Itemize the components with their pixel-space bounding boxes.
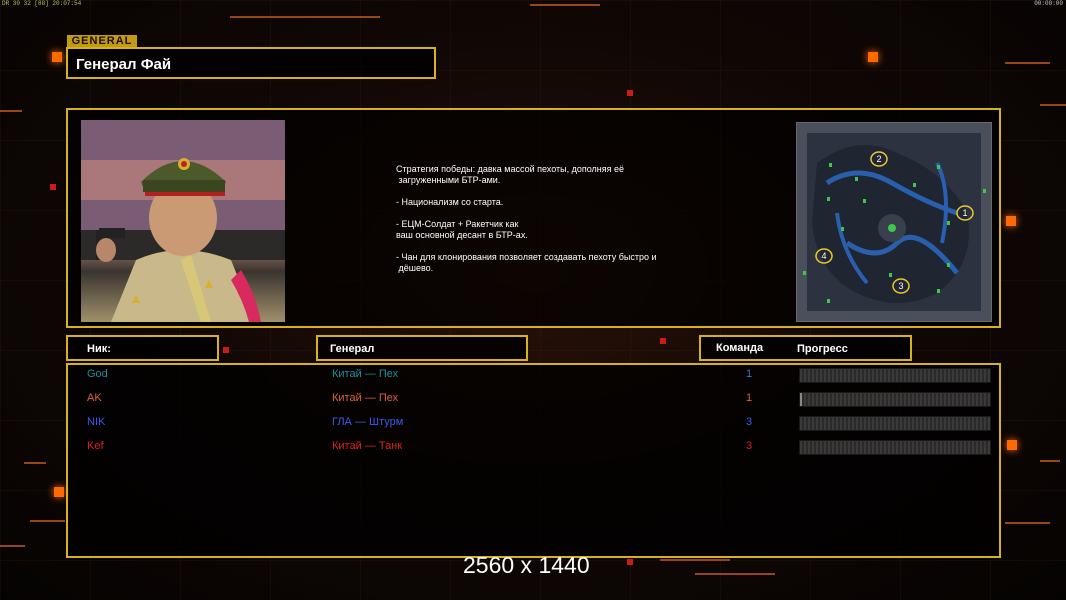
player-general: Китай — Пех — [332, 392, 399, 404]
description-line: - ЕЦМ-Солдат + Ракетчик как — [396, 219, 519, 229]
deco-line — [1005, 522, 1050, 524]
player-row: AK Китай — Пех 1 — [68, 389, 999, 409]
progress-fill — [800, 393, 802, 406]
player-general: Китай — Танк — [332, 440, 403, 452]
loading-progress-bar — [799, 416, 991, 431]
deco-line — [1005, 62, 1050, 64]
general-portrait — [81, 120, 285, 322]
description-line: Стратегия победы: давка массой пехоты, д… — [396, 164, 625, 174]
player-row: NIK ГЛА — Штурм 3 — [68, 413, 999, 433]
description-line — [396, 241, 726, 252]
deco-dot — [660, 338, 666, 344]
general-name: Генерал Фай — [76, 56, 172, 73]
loading-progress-bar — [799, 440, 991, 455]
description-line — [396, 208, 726, 219]
start-position-3: 3 — [898, 281, 903, 291]
column-header-nick: Ник: — [66, 335, 219, 361]
deco-dot — [50, 184, 56, 190]
deco-square — [52, 52, 62, 62]
player-general: Китай — Пех — [332, 368, 399, 380]
description-line: - Чан для клонирования позволяет создава… — [396, 252, 657, 262]
deco-square — [1007, 440, 1017, 450]
description-line — [396, 186, 726, 197]
header-progress-label: Прогресс — [797, 343, 848, 355]
header-nick-label: Ник: — [87, 343, 111, 355]
deco-dot — [223, 347, 229, 353]
map-preview: 1 2 3 4 — [796, 122, 992, 322]
player-row: Kef Китай — Танк 3 — [68, 437, 999, 457]
deco-dot — [627, 90, 633, 96]
start-position-2: 2 — [876, 154, 881, 164]
player-team: 3 — [746, 416, 753, 428]
deco-line — [230, 16, 380, 18]
player-list: God Китай — Пех 1 AK Китай — Пех 1 NIK ГЛА — Шт… — [66, 363, 1001, 558]
player-nick: NIK — [87, 416, 106, 428]
deco-line — [530, 4, 600, 6]
resolution-label: 2560 x 1440 — [463, 552, 590, 578]
header-general-label: Генерал — [330, 343, 375, 355]
player-team: 1 — [746, 368, 753, 380]
start-position-1: 1 — [962, 208, 967, 218]
description-line: дёшево. — [396, 263, 434, 273]
deco-line — [30, 520, 65, 522]
loading-progress-bar — [799, 392, 991, 407]
player-nick: God — [87, 368, 108, 380]
player-nick: AK — [87, 392, 102, 404]
start-position-4: 4 — [821, 251, 826, 261]
deco-dot — [627, 559, 633, 565]
player-general: ГЛА — Штурм — [332, 416, 404, 428]
deco-line — [695, 573, 775, 575]
loading-progress-bar — [799, 368, 991, 383]
deco-square — [54, 487, 64, 497]
status-readout: DR 30 32 [88] 20:07:54 — [2, 0, 82, 7]
strategy-description: Стратегия победы: давка массой пехоты, д… — [396, 164, 726, 274]
general-title-box: Генерал Фай — [66, 47, 436, 79]
deco-line — [1040, 460, 1060, 462]
general-info-panel: Стратегия победы: давка массой пехоты, д… — [66, 108, 1001, 328]
clock-readout: 00:00:00 — [1034, 0, 1063, 7]
player-row: God Китай — Пех 1 — [68, 365, 999, 385]
description-line: ваш основной десант в БТР-ах. — [396, 230, 528, 240]
deco-line — [0, 545, 25, 547]
player-team: 3 — [746, 440, 753, 452]
player-nick: Kef — [87, 440, 104, 452]
column-header-team-progress: Команда Прогресс — [699, 335, 912, 361]
description-line: загруженными БТР-ами. — [396, 175, 501, 185]
deco-line — [660, 559, 730, 561]
description-line: - Национализм со старта. — [396, 197, 504, 207]
column-header-general: Генерал — [316, 335, 528, 361]
deco-line — [24, 462, 46, 464]
player-team: 1 — [746, 392, 753, 404]
deco-line — [1040, 104, 1066, 106]
deco-square — [868, 52, 878, 62]
deco-line — [0, 110, 22, 112]
deco-square — [1006, 216, 1016, 226]
header-team-label: Команда — [716, 342, 764, 354]
